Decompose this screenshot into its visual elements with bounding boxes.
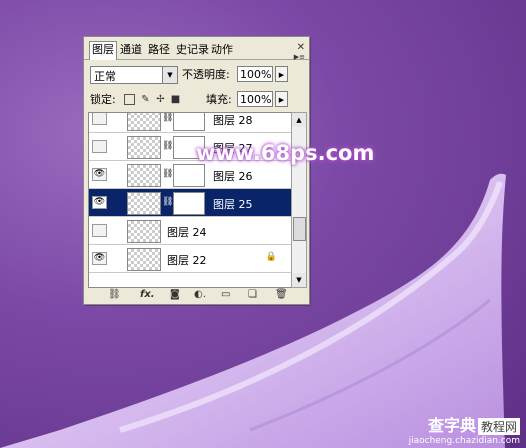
layer-mask-thumbnail xyxy=(173,113,205,131)
scroll-down-icon[interactable]: ▼ xyxy=(292,273,306,287)
brush-lock-icon[interactable]: ✎ xyxy=(140,94,151,105)
blend-mode-value: 正常 xyxy=(94,70,116,83)
layer-thumbnail xyxy=(127,220,161,243)
layer-name: 图层 24 xyxy=(167,226,207,239)
link-layers-icon[interactable]: ⛓ xyxy=(108,288,121,301)
layer-thumbnail xyxy=(127,113,161,131)
layer-mask-thumbnail xyxy=(173,164,205,187)
tab-layers[interactable]: 图层 xyxy=(89,41,117,60)
scroll-up-icon[interactable]: ▲ xyxy=(292,113,306,127)
folder-icon[interactable]: ▭ xyxy=(221,288,230,301)
close-icon[interactable]: ✕ xyxy=(297,42,305,53)
layer-row[interactable]: 👁 图层 22 🔒 xyxy=(89,245,295,273)
layer-row-selected[interactable]: 👁 ⛓ 图层 25 xyxy=(89,189,295,217)
layers-panel: 图层 通道 路径 史记录 动作 ✕ ▶≡ 正常 ▼ 不透明度: 100% ▶ 锁… xyxy=(83,36,310,305)
watermark-text: www.68ps.com xyxy=(196,141,375,165)
eye-icon[interactable]: 👁 xyxy=(92,168,107,181)
tab-actions[interactable]: 动作 xyxy=(209,42,235,58)
layers-footer: ⛓ fx. ◙ ◐. ▭ ❏ 🗑 xyxy=(88,288,305,302)
layers-scrollbar[interactable]: ▲ ▼ xyxy=(291,112,307,288)
chain-icon[interactable]: ⛓ xyxy=(162,113,173,123)
blend-mode-select[interactable]: 正常 ▼ xyxy=(90,66,178,84)
chain-icon[interactable]: ⛓ xyxy=(162,169,173,179)
layer-name: 图层 25 xyxy=(213,198,253,211)
opacity-label: 不透明度: xyxy=(182,68,230,81)
move-lock-icon[interactable]: ✢ xyxy=(155,94,166,105)
eye-icon[interactable] xyxy=(92,140,107,153)
chain-icon[interactable]: ⛓ xyxy=(162,141,173,151)
panel-tabs: 图层 通道 路径 史记录 动作 ✕ ▶≡ xyxy=(84,41,309,61)
brand-tag: 教程网 xyxy=(477,418,520,435)
chevron-down-icon[interactable]: ▼ xyxy=(162,67,177,83)
layer-row[interactable]: 图层 24 xyxy=(89,217,295,245)
layer-thumbnail xyxy=(127,164,161,187)
layer-row[interactable]: ⛓ 图层 28 xyxy=(89,113,295,133)
eye-icon[interactable]: 👁 xyxy=(92,196,107,209)
layers-list: ⛓ 图层 28 ⛓ 图层 27 👁 ⛓ 图层 26 👁 ⛓ 图层 25 图层 2… xyxy=(88,112,296,288)
eye-icon[interactable] xyxy=(92,224,107,237)
tab-paths[interactable]: 路径 xyxy=(146,42,172,58)
mask-icon[interactable]: ◙ xyxy=(170,288,180,301)
opacity-input[interactable]: 100% xyxy=(237,66,273,82)
layer-row[interactable]: 👁 ⛓ 图层 26 xyxy=(89,161,295,189)
brand-title: 查字典 xyxy=(427,416,476,435)
chain-icon[interactable]: ⛓ xyxy=(162,197,173,207)
lock-label: 锁定: xyxy=(90,93,116,106)
layer-thumbnail xyxy=(127,136,161,159)
trash-icon[interactable]: 🗑 xyxy=(275,288,288,301)
lock-transparent-icon[interactable] xyxy=(124,94,135,105)
eye-icon[interactable] xyxy=(92,113,107,125)
lock-icon: 🔒 xyxy=(265,252,277,262)
layer-mask-thumbnail xyxy=(173,192,205,215)
scroll-thumb[interactable] xyxy=(293,217,306,241)
opacity-arrow-icon[interactable]: ▶ xyxy=(275,66,288,82)
tab-channels[interactable]: 通道 xyxy=(118,42,144,58)
tab-history[interactable]: 史记录 xyxy=(174,42,211,58)
layer-thumbnail xyxy=(127,248,161,271)
panel-menu-icon[interactable]: ▶≡ xyxy=(294,53,305,61)
fill-input[interactable]: 100% xyxy=(237,91,273,107)
layer-name: 图层 22 xyxy=(167,254,207,267)
fill-label: 填充: xyxy=(206,93,232,106)
fill-arrow-icon[interactable]: ▶ xyxy=(275,91,288,107)
layer-name: 图层 28 xyxy=(213,114,253,127)
eye-icon[interactable]: 👁 xyxy=(92,252,107,265)
fx-icon[interactable]: fx. xyxy=(140,288,155,301)
adjustment-icon[interactable]: ◐. xyxy=(194,288,206,301)
site-brand: 查字典 教程网 jiaocheng.chazidian.com xyxy=(409,412,520,446)
lock-all-icon[interactable]: ■ xyxy=(170,94,181,105)
brand-url: jiaocheng.chazidian.com xyxy=(408,436,520,446)
new-layer-icon[interactable]: ❏ xyxy=(248,288,257,301)
layer-name: 图层 26 xyxy=(213,170,253,183)
layer-thumbnail xyxy=(127,192,161,215)
